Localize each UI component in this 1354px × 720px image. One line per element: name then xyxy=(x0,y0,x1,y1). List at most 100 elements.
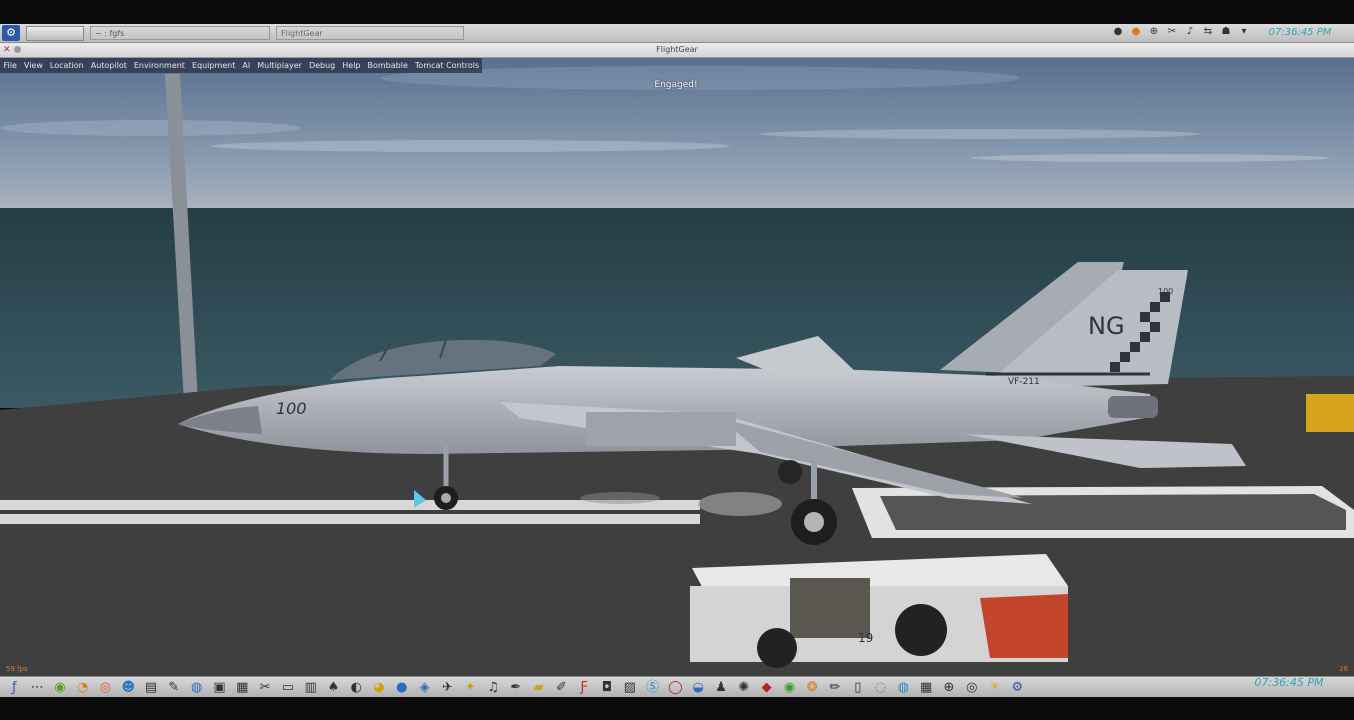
menu-ai[interactable]: AI xyxy=(239,61,254,70)
draw-icon[interactable]: ✏ xyxy=(826,679,843,696)
sun-icon[interactable]: ☀ xyxy=(986,679,1003,696)
globe-icon[interactable]: ◍ xyxy=(188,679,205,696)
menu-file[interactable]: File xyxy=(0,61,20,70)
catapult-inner xyxy=(880,494,1346,530)
chat-icon[interactable]: ◕ xyxy=(371,679,388,696)
main-wheel-hub xyxy=(804,512,824,532)
opera-icon[interactable]: ◯ xyxy=(667,679,684,696)
cloud xyxy=(760,129,1200,139)
disk-icon[interactable]: ◎ xyxy=(963,679,980,696)
tow-tractor-wheel xyxy=(757,628,797,668)
top-panel: ⚙ ~ : fgfs FlightGear ● ● ⊕ ✂ ♪ ⇆ ☗ ▾ 07… xyxy=(0,24,1354,43)
kde-logo-icon[interactable]: ⚙ xyxy=(1009,679,1026,696)
steam xyxy=(580,492,660,504)
chess-icon[interactable]: ♟ xyxy=(713,679,730,696)
nose-number-text: 100 xyxy=(276,399,307,418)
folder-icon[interactable]: ▰ xyxy=(530,679,547,696)
scene: NG VF-211 100 100 19 xyxy=(0,58,1354,676)
volume-icon[interactable]: ♪ xyxy=(1184,26,1196,37)
app-red-icon[interactable]: ◆ xyxy=(758,679,775,696)
earth-icon[interactable]: ◍ xyxy=(895,679,912,696)
target-icon[interactable]: ⊕ xyxy=(940,679,957,696)
tools-icon[interactable]: ✂ xyxy=(257,679,274,696)
dots-icon[interactable]: ⋯ xyxy=(29,679,46,696)
game2-icon[interactable]: ✺ xyxy=(735,679,752,696)
blue-app-icon[interactable]: ◈ xyxy=(416,679,433,696)
tux-icon[interactable]: ☗ xyxy=(1220,26,1232,37)
record-icon[interactable]: ● xyxy=(1112,26,1124,37)
green-icon[interactable]: ◉ xyxy=(781,679,798,696)
top-clock-time: 07:36:45 PM xyxy=(1268,27,1332,38)
menu-multiplayer[interactable]: Multiplayer xyxy=(254,61,306,70)
plane-icon[interactable]: ✈ xyxy=(439,679,456,696)
orange-app-icon[interactable]: ● xyxy=(1130,26,1142,37)
menu-location[interactable]: Location xyxy=(46,61,87,70)
monitor-icon[interactable]: ▭ xyxy=(279,679,296,696)
speech-icon[interactable]: ◌ xyxy=(872,679,889,696)
task-terminal[interactable]: ~ : fgfs xyxy=(90,26,270,40)
document-icon[interactable]: ▤ xyxy=(143,679,160,696)
terminal-icon[interactable]: ▣ xyxy=(211,679,228,696)
blender-icon[interactable]: ◔ xyxy=(74,679,91,696)
letterbox-bottom xyxy=(0,697,1354,720)
system-tray: ● ● ⊕ ✂ ♪ ⇆ ☗ ▾ xyxy=(1112,26,1250,37)
window-titlebar[interactable]: ✕ FlightGear xyxy=(0,43,1354,58)
window-menu-button[interactable] xyxy=(14,46,21,53)
close-icon[interactable]: ✕ xyxy=(3,43,11,57)
menu-bombable[interactable]: Bombable xyxy=(364,61,411,70)
fps-counter: 59 fps xyxy=(6,665,28,673)
engine-nozzle xyxy=(1108,396,1158,418)
task-flightgear[interactable]: FlightGear xyxy=(276,26,464,40)
kde-menu-icon[interactable]: ⚙ xyxy=(2,25,20,41)
edit-icon[interactable]: ✐ xyxy=(553,679,570,696)
taskbar-clock-time: 07:36:45 PM xyxy=(1254,676,1324,689)
deck-stripe xyxy=(0,514,700,524)
share-icon[interactable]: ⇆ xyxy=(1202,26,1214,37)
image-icon[interactable]: ▨ xyxy=(621,679,638,696)
task-terminal-label: ~ : fgfs xyxy=(95,29,125,38)
nvidia-icon[interactable]: ◉ xyxy=(51,679,68,696)
menu-autopilot[interactable]: Autopilot xyxy=(87,61,130,70)
network-icon[interactable]: ⊕ xyxy=(1148,26,1160,37)
tool-icon[interactable]: ✂ xyxy=(1166,26,1178,37)
kde-menu-icon[interactable]: ƒ xyxy=(6,679,23,696)
archive-icon[interactable]: ▥ xyxy=(302,679,319,696)
menu-tomcat-controls[interactable]: Tomcat Controls xyxy=(411,61,482,70)
nose-wheel-hub xyxy=(441,493,451,503)
game-viewport[interactable]: NG VF-211 100 100 19 xyxy=(0,58,1354,676)
mixer-icon[interactable]: ▦ xyxy=(234,679,251,696)
gimp-icon[interactable]: ✎ xyxy=(165,679,182,696)
steam xyxy=(698,492,782,516)
menu-view[interactable]: View xyxy=(20,61,46,70)
filezilla-icon[interactable]: Ƒ xyxy=(576,679,593,696)
menu-environment[interactable]: Environment xyxy=(130,61,188,70)
menu-equipment[interactable]: Equipment xyxy=(188,61,238,70)
orange-icon[interactable]: ❂ xyxy=(804,679,821,696)
skype-icon[interactable]: Ⓢ xyxy=(644,679,661,696)
tug-number-text: 19 xyxy=(858,631,873,645)
show-desktop-button[interactable] xyxy=(26,25,84,41)
network-icon[interactable]: ◒ xyxy=(690,679,707,696)
top-clock[interactable]: 07:36:45 PM xyxy=(1252,25,1348,41)
flightgear-menubar: File View Location Autopilot Environment… xyxy=(0,58,482,73)
calc-icon[interactable]: ▦ xyxy=(918,679,935,696)
cd-icon[interactable]: ◐ xyxy=(348,679,365,696)
hud-message: Engaged! xyxy=(654,80,698,90)
game-icon[interactable]: ♠ xyxy=(325,679,342,696)
doc-icon[interactable]: ▯ xyxy=(849,679,866,696)
rocket-icon[interactable]: ✦ xyxy=(462,679,479,696)
menu-debug[interactable]: Debug xyxy=(305,61,338,70)
taskbar-clock[interactable]: 07:36:45 PM xyxy=(1230,677,1348,698)
pen-icon[interactable]: ✒ xyxy=(507,679,524,696)
kde-ball-icon[interactable]: ● xyxy=(393,679,410,696)
cloud xyxy=(210,140,730,152)
chevron-down-icon[interactable]: ▾ xyxy=(1238,26,1250,37)
squadron-text: VF-211 xyxy=(1008,377,1040,387)
intake xyxy=(586,412,736,446)
camera-icon[interactable]: ◘ xyxy=(599,679,616,696)
users-icon[interactable]: ☻ xyxy=(120,679,137,696)
task-flightgear-label: FlightGear xyxy=(281,29,323,38)
guitar-icon[interactable]: ♫ xyxy=(485,679,502,696)
firefox-icon[interactable]: ◎ xyxy=(97,679,114,696)
menu-help[interactable]: Help xyxy=(339,61,364,70)
